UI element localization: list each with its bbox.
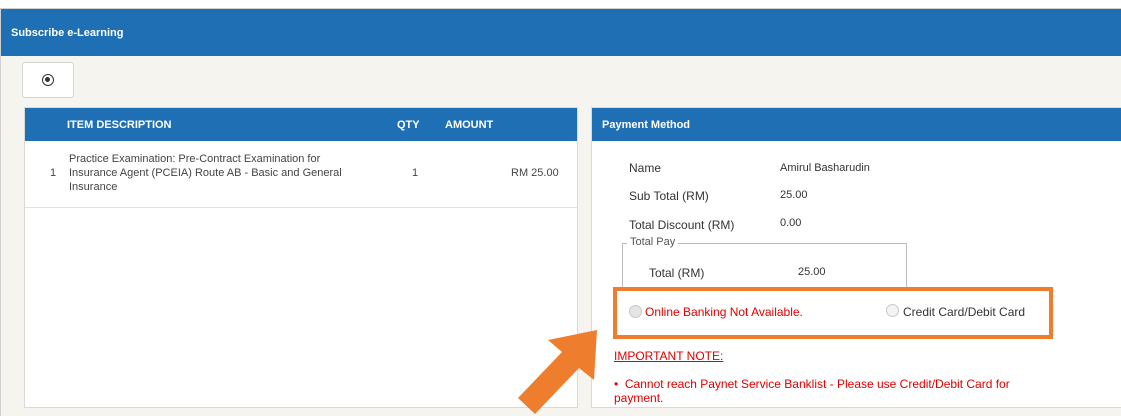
subtotal-value: 25.00 [780,189,808,201]
note-body: Cannot reach Paynet Service Banklist - P… [614,377,1010,405]
row-number: 1 [50,167,57,179]
window-title: Subscribe e-Learning [1,9,1121,56]
payment-options-highlight: Online Banking Not Available. Credit Car… [613,287,1053,339]
row-qty: 1 [412,167,419,179]
online-banking-label: Online Banking Not Available. [645,305,803,319]
table-header: ITEM DESCRIPTION QTY AMOUNT [25,108,577,141]
credit-card-label[interactable]: Credit Card/Debit Card [903,305,1025,319]
total-pay-fieldset: Total Pay Total (RM) 25.00 [622,236,907,291]
table-row: 1 Practice Examination: Pre-Contract Exa… [25,141,577,208]
discount-label: Total Discount (RM) [629,218,735,232]
total-label: Total (RM) [649,266,705,280]
discount-value: 0.00 [780,217,802,229]
header-item-description: ITEM DESCRIPTION [67,119,172,131]
important-note-text: • Cannot reach Paynet Service Banklist -… [614,377,1054,405]
online-banking-radio[interactable] [629,305,642,318]
bullet-icon: • [614,377,625,391]
payment-title: Payment Method [592,108,1121,141]
credit-card-radio[interactable] [886,304,899,317]
back-button[interactable] [22,62,74,98]
total-value: 25.00 [798,266,826,278]
orange-arrow-icon [518,330,597,414]
name-label: Name [629,161,662,175]
name-value: Amirul Basharudin [780,162,870,174]
row-amount: RM 25.00 [511,167,559,179]
header-amount: AMOUNT [445,119,494,131]
items-table: ITEM DESCRIPTION QTY AMOUNT 1 Practice E… [24,107,578,408]
subtotal-label: Sub Total (RM) [629,189,709,203]
row-description: Practice Examination: Pre-Contract Exami… [69,153,342,193]
important-note-title: IMPORTANT NOTE: [614,349,724,363]
total-pay-legend: Total Pay [627,236,679,248]
circle-arrow-back-icon [42,74,54,86]
header-qty: QTY [397,119,420,131]
